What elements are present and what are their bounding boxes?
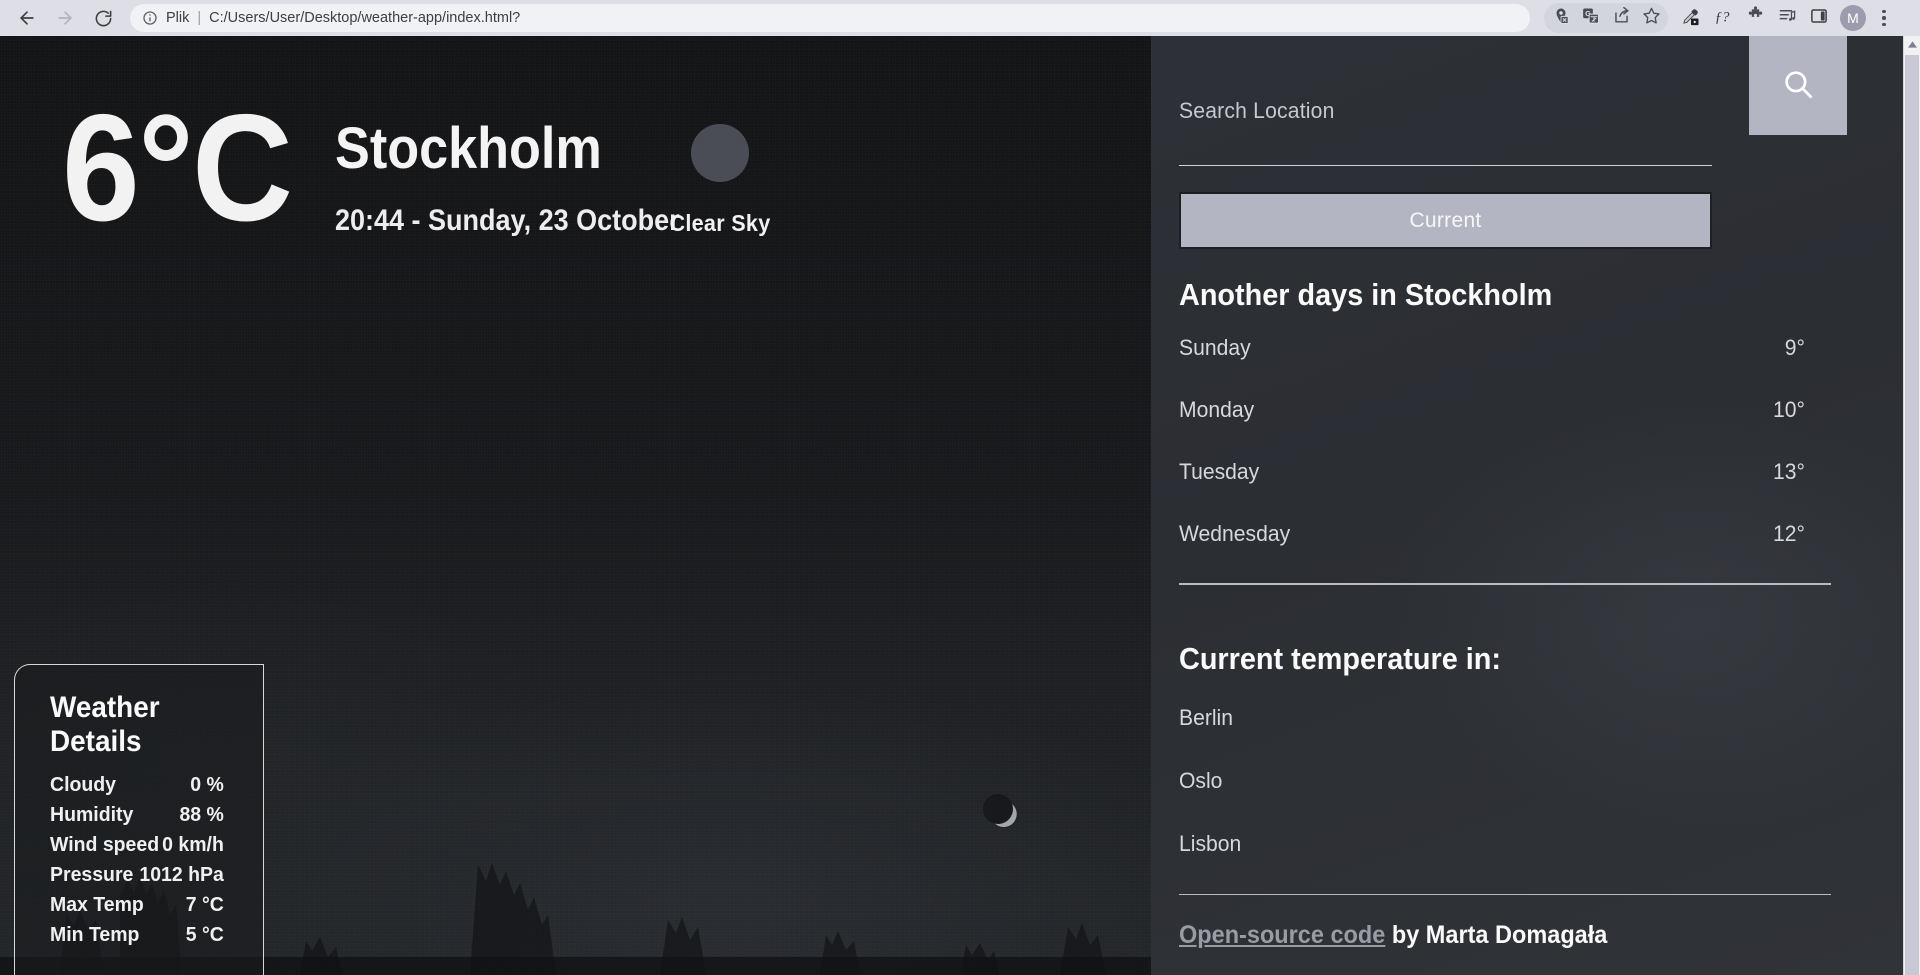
detail-row-min-temp: Min Temp 5 °C: [50, 923, 224, 947]
detail-row-pressure: Pressure 1012 hPa: [50, 863, 224, 887]
forecast-day: Tuesday: [1179, 459, 1260, 484]
weather-details-title: Weather Details: [50, 691, 160, 758]
font-settings-button[interactable]: ƒ?: [1708, 3, 1738, 33]
footer-credit: Open-source code by Marta Domagała: [1179, 921, 1803, 950]
browser-toolbar: Plik | C:/Users/User/Desktop/weather-app…: [0, 0, 1920, 36]
scrollbar-track[interactable]: [1905, 55, 1919, 975]
forecast-row-sunday[interactable]: Sunday 9°: [1179, 335, 1805, 361]
back-arrow-icon: [17, 8, 37, 28]
url-scheme-label: Plik: [166, 10, 190, 26]
page-viewport: 6°C Stockholm 20:44 - Sunday, 23 October…: [0, 36, 1920, 975]
location-blocked-icon: [1552, 7, 1570, 30]
current-temperature: 6°C: [62, 83, 293, 253]
url-text: C:/Users/User/Desktop/weather-app/index.…: [209, 10, 521, 26]
detail-row-cloudy: Cloudy 0 %: [50, 773, 224, 797]
detail-value: 0 km/h: [162, 833, 224, 856]
reading-list-button[interactable]: [1772, 3, 1802, 33]
forecast-day: Wednesday: [1179, 521, 1291, 546]
bookmark-button[interactable]: [1636, 3, 1666, 33]
condition-label: Clear Sky: [669, 210, 771, 236]
city-label: Oslo: [1179, 767, 1223, 793]
city-row-oslo[interactable]: Oslo: [1179, 768, 1805, 794]
detail-value: 7 °C: [185, 893, 224, 916]
detail-value: 5 °C: [185, 923, 224, 946]
search-input[interactable]: [1179, 132, 1712, 166]
weather-details-card: Weather Details Cloudy 0 % Humidity 88 %…: [14, 664, 264, 975]
forward-arrow-icon: [55, 8, 75, 28]
search-location-label: Search Location: [1179, 98, 1335, 123]
city-label: Berlin: [1179, 704, 1233, 730]
toolbar-icon-group: G ƒ? M: [1544, 3, 1894, 33]
page-scrollbar[interactable]: [1903, 36, 1920, 975]
url-separator: |: [197, 10, 202, 26]
hero-panel: 6°C Stockholm 20:44 - Sunday, 23 October…: [0, 36, 1151, 975]
forecast-title: Another days in Stockholm: [1179, 277, 1553, 312]
side-panel-icon: [1810, 7, 1828, 30]
reading-list-music-icon: [1778, 6, 1797, 30]
sidebar-content: Search Location Current Another days in …: [1151, 36, 1903, 950]
location-blocked-button[interactable]: [1546, 3, 1576, 33]
footer-author: by Marta Domagała: [1385, 921, 1608, 949]
weather-condition-icon: [691, 124, 749, 182]
svg-text:ƒ?: ƒ?: [1715, 9, 1730, 25]
scroll-up-arrow-icon[interactable]: [1904, 36, 1920, 53]
footer-divider: [1179, 893, 1831, 895]
share-button[interactable]: [1606, 3, 1636, 33]
detail-value: 88 %: [179, 803, 224, 826]
detail-row-wind-speed: Wind speed 0 km/h: [50, 833, 224, 857]
forecast-temp: 12°: [1772, 521, 1805, 546]
current-button[interactable]: Current: [1179, 192, 1712, 249]
detail-label: Min Temp: [50, 923, 140, 946]
reload-button[interactable]: [86, 1, 120, 35]
detail-label: Humidity: [50, 803, 134, 826]
eyedropper-button[interactable]: [1676, 3, 1706, 33]
forecast-list: Sunday 9° Monday 10° Tuesday 13° Wednesd…: [1179, 335, 1831, 547]
back-button[interactable]: [10, 1, 44, 35]
extensions-puzzle-icon: [1746, 6, 1765, 30]
city-row-lisbon[interactable]: Lisbon: [1179, 831, 1805, 857]
forecast-row-wednesday[interactable]: Wednesday 12°: [1179, 521, 1805, 547]
avatar[interactable]: M: [1840, 5, 1866, 31]
forecast-day: Monday: [1179, 397, 1255, 422]
forward-button[interactable]: [48, 1, 82, 35]
side-panel-button[interactable]: [1804, 3, 1834, 33]
city-row-berlin[interactable]: Berlin: [1179, 705, 1805, 731]
eyedropper-icon: [1681, 6, 1701, 31]
detail-label: Cloudy: [50, 773, 116, 796]
condition-block: Clear Sky: [620, 124, 820, 237]
bookmark-star-icon: [1642, 6, 1661, 30]
city-label: Lisbon: [1179, 830, 1242, 856]
detail-value: 0 %: [190, 773, 224, 796]
cities-list: Berlin Oslo Lisbon: [1179, 705, 1831, 857]
three-dot-menu-icon[interactable]: [1874, 5, 1894, 31]
address-bar[interactable]: Plik | C:/Users/User/Desktop/weather-app…: [130, 4, 1530, 32]
forecast-temp: 10°: [1772, 397, 1805, 422]
font-question-icon: ƒ?: [1712, 5, 1734, 32]
detail-row-max-temp: Max Temp 7 °C: [50, 893, 224, 917]
share-icon: [1612, 6, 1631, 30]
reload-icon: [94, 9, 113, 28]
detail-label: Max Temp: [50, 893, 144, 916]
sidebar-panel: Search Location Current Another days in …: [1151, 36, 1903, 975]
info-circle-icon[interactable]: [142, 10, 158, 26]
detail-label: Wind speed: [50, 833, 160, 856]
translate-button[interactable]: G: [1576, 3, 1606, 33]
forecast-day: Sunday: [1179, 335, 1251, 360]
page-action-group: G: [1544, 3, 1668, 33]
cities-title: Current temperature in:: [1179, 640, 1501, 676]
forecast-row-monday[interactable]: Monday 10°: [1179, 397, 1805, 423]
translate-icon: G: [1582, 7, 1600, 30]
forecast-temp: 13°: [1772, 459, 1805, 484]
detail-label: Pressure: [50, 863, 134, 886]
forecast-temp: 9°: [1784, 335, 1805, 360]
open-source-code-link[interactable]: Open-source code: [1179, 921, 1385, 949]
section-divider: [1179, 583, 1831, 585]
detail-row-humidity: Humidity 88 %: [50, 803, 224, 827]
extensions-button[interactable]: [1740, 3, 1770, 33]
forecast-row-tuesday[interactable]: Tuesday 13°: [1179, 459, 1805, 485]
detail-value: 1012 hPa: [139, 863, 224, 886]
